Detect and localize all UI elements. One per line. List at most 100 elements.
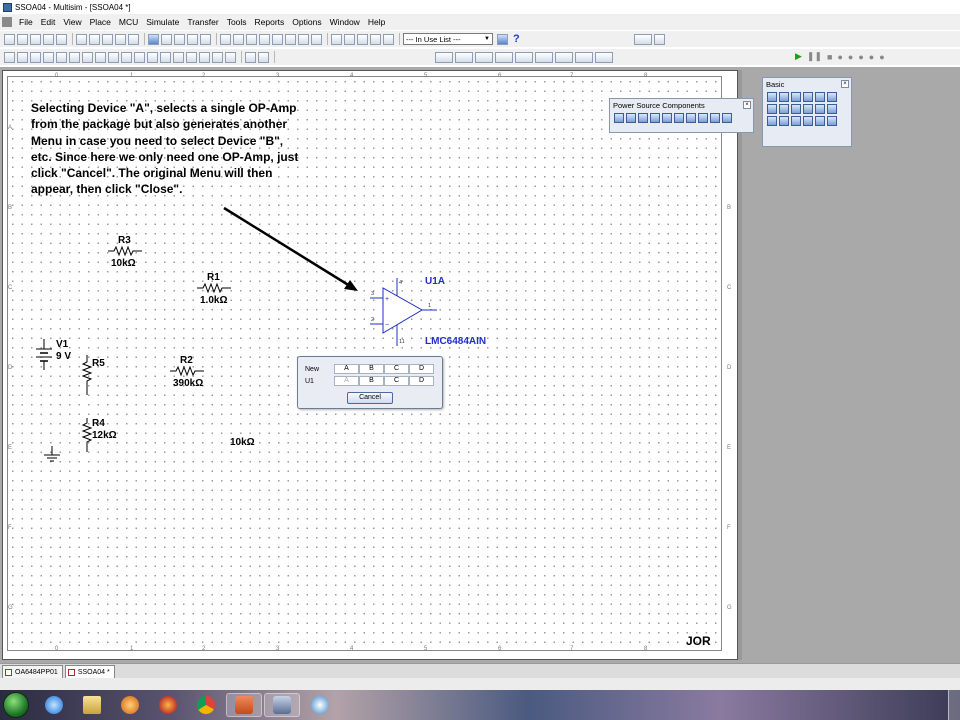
- opamp-pin-number: 3: [371, 291, 375, 297]
- basic-component-icon[interactable]: [827, 92, 837, 102]
- basic-component-icon[interactable]: [815, 104, 825, 114]
- v1-value: 9 V: [56, 351, 72, 362]
- device-b-button[interactable]: B: [359, 364, 384, 374]
- r1-label: R1: [207, 272, 220, 283]
- dialog-row-new: New A B C D: [305, 364, 434, 374]
- ground-symbol[interactable]: [44, 446, 60, 462]
- basic-palette: Basic ×: [762, 77, 852, 147]
- internet-explorer-icon: [45, 696, 63, 714]
- media-player-icon: [121, 696, 139, 714]
- device-c-button[interactable]: C: [384, 364, 409, 374]
- r2-label: R2: [180, 355, 193, 366]
- basic-component-icon[interactable]: [779, 116, 789, 126]
- u1-device-c-button[interactable]: C: [384, 376, 409, 386]
- basic-palette-buttons: [763, 90, 851, 128]
- power-component-icon[interactable]: [650, 113, 660, 123]
- app-icon: [311, 696, 329, 714]
- opamp-pin-number: 2: [371, 317, 375, 323]
- resistor-r2-symbol[interactable]: [170, 365, 204, 377]
- u1-device-d-button[interactable]: D: [409, 376, 434, 386]
- r3-label: R3: [118, 235, 131, 246]
- power-component-icon[interactable]: [722, 113, 732, 123]
- power-component-icon[interactable]: [674, 113, 684, 123]
- device-d-button[interactable]: D: [409, 364, 434, 374]
- basic-palette-title-text: Basic: [766, 80, 785, 89]
- basic-component-icon[interactable]: [779, 92, 789, 102]
- loose-resistor-value: 10kΩ: [230, 437, 255, 448]
- power-component-icon[interactable]: [626, 113, 636, 123]
- windows-taskbar: [0, 690, 960, 720]
- svg-text:−: −: [385, 322, 389, 329]
- power-palette-title: Power Source Components ×: [610, 99, 753, 111]
- device-select-dialog: New A B C D U1 A B C D Cancel: [297, 356, 443, 409]
- dialog-row-label: U1: [305, 377, 314, 385]
- taskbar-internet-explorer[interactable]: [36, 693, 72, 717]
- opamp-pin-number: 4: [399, 280, 403, 286]
- basic-component-icon[interactable]: [815, 116, 825, 126]
- resistor-r4-symbol[interactable]: [81, 418, 93, 452]
- battery-v1-symbol[interactable]: [36, 339, 52, 370]
- svg-text:+: +: [385, 296, 389, 303]
- power-palette-title-text: Power Source Components: [613, 101, 705, 110]
- basic-component-icon[interactable]: [827, 104, 837, 114]
- taskbar-chrome[interactable]: [188, 693, 224, 717]
- power-component-icon[interactable]: [662, 113, 672, 123]
- dialog-row-label: New: [305, 365, 320, 373]
- power-component-icon[interactable]: [614, 113, 624, 123]
- opamp-pin-number: 11: [399, 339, 405, 345]
- u1-device-b-button[interactable]: B: [359, 376, 384, 386]
- basic-component-icon[interactable]: [827, 116, 837, 126]
- start-button[interactable]: [3, 692, 29, 718]
- power-component-icon[interactable]: [686, 113, 696, 123]
- cancel-button[interactable]: Cancel: [347, 392, 393, 404]
- basic-component-icon[interactable]: [767, 104, 777, 114]
- resistor-r3-symbol[interactable]: [108, 245, 142, 257]
- taskbar-multisim[interactable]: [264, 693, 300, 717]
- r4-value: 12kΩ: [92, 430, 117, 441]
- r5-label: R5: [92, 358, 105, 369]
- taskbar-media-player[interactable]: [112, 693, 148, 717]
- u1-device-a-button: A: [334, 376, 359, 386]
- basic-component-icon[interactable]: [767, 92, 777, 102]
- power-component-icon[interactable]: [638, 113, 648, 123]
- firefox-icon: [159, 696, 177, 714]
- tab-oa6484pp01[interactable]: OA6484PP01: [2, 665, 63, 678]
- taskbar-firefox[interactable]: [150, 693, 186, 717]
- tab-label: OA6484PP01: [15, 668, 58, 676]
- u1a-part-number: LMC6484AIN: [425, 336, 487, 347]
- basic-component-icon[interactable]: [779, 104, 789, 114]
- close-icon[interactable]: ×: [743, 101, 751, 109]
- tab-label: SSOA04 *: [77, 668, 110, 676]
- powerpoint-icon: [235, 696, 253, 714]
- taskbar-app[interactable]: [302, 693, 338, 717]
- close-icon[interactable]: ×: [841, 80, 849, 88]
- multisim-icon: [273, 696, 291, 714]
- basic-component-icon[interactable]: [791, 92, 801, 102]
- power-component-icon[interactable]: [698, 113, 708, 123]
- folder-icon: [83, 696, 101, 714]
- basic-component-icon[interactable]: [815, 92, 825, 102]
- schematic-file-icon: [67, 668, 75, 676]
- power-component-icon[interactable]: [710, 113, 720, 123]
- schematic-file-icon: [5, 668, 12, 676]
- device-a-button[interactable]: A: [334, 364, 359, 374]
- status-bar: [0, 678, 960, 690]
- taskbar-file-explorer[interactable]: [74, 693, 110, 717]
- r3-value: 10kΩ: [111, 258, 136, 269]
- resistor-r1-symbol[interactable]: [197, 282, 231, 294]
- basic-component-icon[interactable]: [791, 116, 801, 126]
- power-source-palette: Power Source Components ×: [609, 98, 754, 133]
- power-palette-buttons: [610, 111, 753, 125]
- resistor-r5-symbol[interactable]: [81, 355, 93, 395]
- show-desktop-button[interactable]: [948, 690, 960, 720]
- basic-component-icon[interactable]: [767, 116, 777, 126]
- pointer-arrow: [223, 206, 358, 291]
- taskbar-powerpoint[interactable]: [226, 693, 262, 717]
- basic-component-icon[interactable]: [803, 104, 813, 114]
- basic-component-icon[interactable]: [803, 116, 813, 126]
- tab-ssoa04[interactable]: SSOA04 *: [64, 665, 115, 678]
- basic-component-icon[interactable]: [791, 104, 801, 114]
- v1-label: V1: [56, 339, 69, 350]
- r4-label: R4: [92, 418, 105, 429]
- basic-component-icon[interactable]: [803, 92, 813, 102]
